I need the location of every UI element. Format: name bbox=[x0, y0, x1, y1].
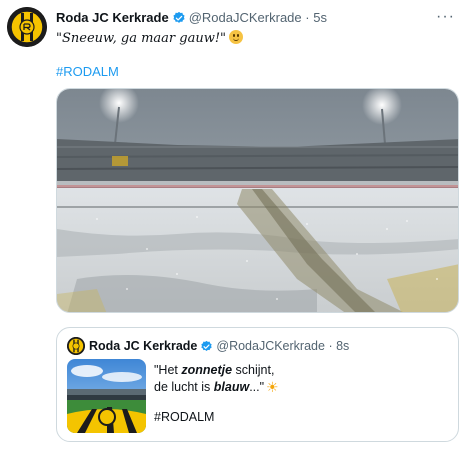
user-handle[interactable]: @RodaJCKerkrade bbox=[189, 10, 302, 25]
quoted-user-handle[interactable]: @RodaJCKerkrade bbox=[216, 339, 325, 353]
emphasis-text: zonnetje bbox=[181, 363, 233, 377]
text-fragment: ..." bbox=[249, 380, 265, 394]
quoted-text-line-2: de lucht is blauw..." ☀ bbox=[154, 379, 279, 396]
tweet-text: "Sneeuw, ga maar gauw!" bbox=[56, 30, 244, 46]
sun-emoji: ☀ bbox=[266, 379, 279, 395]
text-fragment: schijnt, bbox=[232, 363, 275, 377]
quoted-tweet[interactable]: Roda JC Kerkrade @RodaJCKerkrade · 8s "H… bbox=[56, 327, 459, 442]
hashtag-link[interactable]: #RODALM bbox=[56, 64, 119, 79]
quoted-profile-avatar[interactable] bbox=[67, 337, 85, 355]
text-fragment: "Het bbox=[154, 363, 182, 377]
quoted-tweet-header: Roda JC Kerkrade @RodaJCKerkrade · 8s bbox=[89, 338, 349, 357]
more-horizontal-icon[interactable]: ··· bbox=[436, 8, 455, 26]
quoted-hashtag[interactable]: #RODALM bbox=[154, 410, 214, 424]
quoted-display-name[interactable]: Roda JC Kerkrade bbox=[89, 339, 197, 353]
emphasis-text: blauw bbox=[213, 380, 250, 394]
snowy-stadium-photo bbox=[57, 89, 458, 312]
profile-avatar[interactable] bbox=[7, 7, 47, 47]
tweet-media-image[interactable] bbox=[56, 88, 459, 313]
tweet-text-content: "Sneeuw, ga maar gauw!" bbox=[56, 31, 227, 46]
sunny-stadium-photo bbox=[67, 359, 146, 433]
quoted-text-line-1: "Het zonnetje schijnt, bbox=[154, 362, 279, 379]
roda-jc-logo bbox=[67, 337, 85, 355]
display-name[interactable]: Roda JC Kerkrade bbox=[56, 10, 169, 25]
tweet[interactable]: Roda JC Kerkrade @RodaJCKerkrade · 5s ···… bbox=[0, 0, 469, 450]
quoted-timestamp[interactable]: 8s bbox=[336, 339, 349, 353]
timestamp[interactable]: 5s bbox=[313, 10, 327, 25]
roda-jc-logo bbox=[7, 7, 47, 47]
tweet-header: Roda JC Kerkrade @RodaJCKerkrade · 5s bbox=[56, 10, 327, 29]
smiling-face-emoji bbox=[229, 30, 244, 44]
dot-separator: · bbox=[328, 339, 333, 353]
text-fragment: de lucht is bbox=[154, 380, 214, 394]
dot-separator: · bbox=[305, 10, 310, 25]
verified-badge-icon bbox=[200, 340, 213, 357]
verified-badge-icon bbox=[172, 11, 186, 29]
quoted-tweet-text: "Het zonnetje schijnt, de lucht is blauw… bbox=[154, 362, 279, 396]
quoted-media-thumbnail[interactable] bbox=[67, 359, 146, 433]
